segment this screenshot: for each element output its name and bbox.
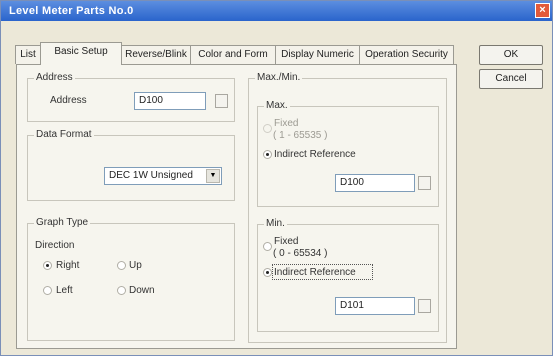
maxmin-group: Max./Min. Max. Fixed ( 1 - 65535 ) Indir… bbox=[248, 72, 447, 343]
tab-list[interactable]: List bbox=[15, 45, 41, 64]
max-fixed-label: Fixed bbox=[274, 118, 299, 129]
address-browse-button[interactable] bbox=[215, 94, 228, 108]
chevron-down-icon[interactable]: ▼ bbox=[206, 169, 220, 183]
address-group: Address Address D100 bbox=[27, 72, 235, 122]
min-indirect-radio[interactable] bbox=[263, 268, 272, 277]
cancel-button[interactable]: Cancel bbox=[479, 69, 543, 89]
tab-operation-security[interactable]: Operation Security bbox=[359, 45, 454, 64]
max-group-label: Max. bbox=[264, 100, 290, 111]
address-label: Address bbox=[50, 95, 87, 106]
direction-up-radio[interactable] bbox=[117, 261, 126, 270]
direction-right-label: Right bbox=[56, 260, 80, 271]
tab-display-numeric[interactable]: Display Numeric bbox=[275, 45, 360, 64]
direction-left-radio[interactable] bbox=[43, 286, 52, 295]
data-format-group: Data Format DEC 1W Unsigned ▼ bbox=[27, 129, 235, 201]
direction-down-label: Down bbox=[129, 285, 155, 296]
direction-left-label: Left bbox=[56, 285, 73, 296]
min-address-input[interactable]: D101 bbox=[335, 297, 415, 315]
max-group: Max. Fixed ( 1 - 65535 ) Indirect Refere… bbox=[257, 100, 439, 207]
data-format-value: DEC 1W Unsigned bbox=[109, 170, 193, 181]
max-fixed-range: ( 1 - 65535 ) bbox=[273, 130, 328, 141]
graph-type-group: Graph Type Direction Right Up Left Down bbox=[27, 217, 235, 341]
direction-down-radio[interactable] bbox=[117, 286, 126, 295]
address-input[interactable]: D100 bbox=[134, 92, 206, 110]
data-format-group-label: Data Format bbox=[34, 129, 94, 140]
basic-setup-panel: Address Address D100 Data Format DEC 1W … bbox=[16, 64, 457, 349]
maxmin-group-label: Max./Min. bbox=[255, 72, 303, 83]
title-bar[interactable]: Level Meter Parts No.0 × bbox=[1, 1, 552, 21]
max-fixed-radio[interactable] bbox=[263, 124, 272, 133]
max-address-input[interactable]: D100 bbox=[335, 174, 415, 192]
min-fixed-label: Fixed bbox=[274, 236, 299, 247]
address-group-label: Address bbox=[34, 72, 75, 83]
direction-right-radio[interactable] bbox=[43, 261, 52, 270]
direction-up-label: Up bbox=[129, 260, 142, 271]
data-format-select[interactable]: DEC 1W Unsigned ▼ bbox=[104, 167, 222, 185]
direction-label: Direction bbox=[35, 240, 75, 251]
min-indirect-label: Indirect Reference bbox=[274, 267, 356, 278]
tab-color-and-form[interactable]: Color and Form bbox=[190, 45, 276, 64]
min-browse-button[interactable] bbox=[418, 299, 431, 313]
close-icon[interactable]: × bbox=[535, 3, 550, 18]
ok-button[interactable]: OK bbox=[479, 45, 543, 65]
graph-type-group-label: Graph Type bbox=[34, 217, 91, 228]
tab-reverse-blink[interactable]: Reverse/Blink bbox=[121, 45, 191, 64]
min-group-label: Min. bbox=[264, 218, 287, 229]
tab-basic-setup[interactable]: Basic Setup bbox=[40, 42, 122, 65]
max-indirect-label: Indirect Reference bbox=[274, 149, 356, 160]
dialog-window: Level Meter Parts No.0 × List Basic Setu… bbox=[0, 0, 553, 356]
min-group: Min. Fixed ( 0 - 65534 ) Indirect Refere… bbox=[257, 218, 439, 332]
min-fixed-range: ( 0 - 65534 ) bbox=[273, 248, 328, 259]
max-browse-button[interactable] bbox=[418, 176, 431, 190]
window-title: Level Meter Parts No.0 bbox=[9, 5, 134, 17]
max-indirect-radio[interactable] bbox=[263, 150, 272, 159]
min-fixed-radio[interactable] bbox=[263, 242, 272, 251]
